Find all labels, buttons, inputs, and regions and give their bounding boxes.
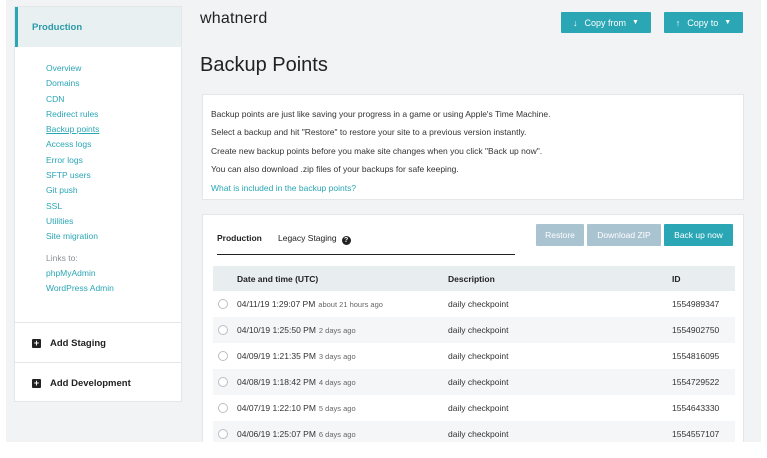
table-row[interactable]: 04/08/19 1:18:42 PM 4 days ago daily chec… <box>213 369 735 395</box>
row-date-value: 04/10/19 1:25:50 PM <box>237 325 316 335</box>
row-id: 1554902750 <box>672 325 720 335</box>
row-relative-time: 5 days ago <box>318 403 356 413</box>
row-radio[interactable] <box>218 429 228 439</box>
table-row[interactable]: 04/09/19 1:21:35 PM 3 days ago daily chec… <box>213 343 735 369</box>
page-title: Backup Points <box>200 54 328 76</box>
row-description: daily checkpoint <box>448 351 509 361</box>
row-description: daily checkpoint <box>448 299 509 309</box>
row-relative-time: 4 days ago <box>318 377 356 387</box>
row-id: 1554729522 <box>672 377 720 387</box>
row-id: 1554643330 <box>672 403 720 413</box>
wordpress-admin-link[interactable]: WordPress Admin <box>46 281 181 296</box>
info-line: Backup points are just like saving your … <box>211 109 551 119</box>
column-header-id[interactable]: ID <box>672 266 681 291</box>
row-relative-time: 2 days ago <box>318 325 356 335</box>
row-date-value: 04/08/19 1:18:42 PM <box>237 377 316 387</box>
sidebar-divider <box>15 322 181 323</box>
sidebar-item-utilities[interactable]: Utilities <box>46 214 181 229</box>
row-relative-time: about 21 hours ago <box>318 299 383 309</box>
row-date-value: 04/09/19 1:21:35 PM <box>237 351 316 361</box>
row-radio[interactable] <box>218 299 228 309</box>
plus-icon: + <box>32 338 41 348</box>
tab-legacy-staging[interactable]: Legacy Staging? <box>278 233 351 245</box>
back-up-now-button[interactable]: Back up now <box>664 224 733 246</box>
caret-down-icon: ▼ <box>632 19 639 26</box>
info-line: Select a backup and hit "Restore" to res… <box>211 127 527 138</box>
row-date-value: 04/07/19 1:22:10 PM <box>237 403 316 413</box>
plus-icon: + <box>32 378 41 388</box>
add-staging-label: Add Staging <box>50 338 106 349</box>
sidebar-item-overview[interactable]: Overview <box>46 61 181 76</box>
copy-to-button[interactable]: ↑ Copy to ▼ <box>664 12 743 33</box>
row-description: daily checkpoint <box>448 377 509 387</box>
sidebar-item-backup-points[interactable]: Backup points <box>46 122 181 137</box>
add-development-button[interactable]: + Add Development <box>32 378 131 389</box>
add-staging-button[interactable]: + Add Staging <box>32 338 106 349</box>
restore-button[interactable]: Restore <box>536 224 584 246</box>
copy-from-button[interactable]: ↓ Copy from ▼ <box>561 12 651 33</box>
row-relative-time: 3 days ago <box>318 351 356 361</box>
sidebar-item-redirect-rules[interactable]: Redirect rules <box>46 107 181 122</box>
row-description: daily checkpoint <box>448 403 509 413</box>
table-header: Date and time (UTC) Description ID <box>213 266 735 291</box>
row-relative-time: 6 days ago <box>318 429 356 439</box>
sidebar-item-git-push[interactable]: Git push <box>46 183 181 198</box>
download-zip-button[interactable]: Download ZIP <box>587 224 661 246</box>
help-icon[interactable]: ? <box>341 236 351 245</box>
row-description: daily checkpoint <box>448 325 509 335</box>
add-development-label: Add Development <box>50 378 131 389</box>
sidebar-item-domains[interactable]: Domains <box>46 76 181 91</box>
info-box: Backup points are just like saving your … <box>202 94 744 200</box>
sidebar-item-sftp-users[interactable]: SFTP users <box>46 168 181 183</box>
backup-panel: Production Legacy Staging? Restore Downl… <box>202 214 744 442</box>
links-to-label: Links to: <box>46 252 78 263</box>
row-radio[interactable] <box>218 325 228 335</box>
row-date: 04/11/19 1:29:07 PM about 21 hours ago <box>237 291 383 317</box>
row-date: 04/07/19 1:22:10 PM 5 days ago <box>237 395 356 421</box>
copy-from-label: Copy from <box>584 17 627 28</box>
tab-production[interactable]: Production <box>217 233 262 243</box>
arrow-down-icon: ↓ <box>573 17 578 28</box>
row-description: daily checkpoint <box>448 429 509 439</box>
sidebar: Production Overview Domains CDN Redirect… <box>14 6 182 402</box>
backup-info-link[interactable]: What is included in the backup points? <box>211 179 735 197</box>
info-line: You can also download .zip files of your… <box>211 164 459 175</box>
row-date-value: 04/11/19 1:29:07 PM <box>237 299 316 309</box>
row-id: 1554989347 <box>672 299 720 309</box>
row-id: 1554557107 <box>672 429 720 439</box>
row-radio[interactable] <box>218 377 228 387</box>
caret-down-icon: ▼ <box>724 19 732 26</box>
table-row[interactable]: 04/11/19 1:29:07 PM about 21 hours ago da… <box>213 291 735 317</box>
sidebar-item-site-migration[interactable]: Site migration <box>46 229 181 244</box>
table-row[interactable]: 04/07/19 1:22:10 PM 5 days ago daily chec… <box>213 395 735 421</box>
table-row[interactable]: 04/10/19 1:25:50 PM 2 days ago daily chec… <box>213 317 735 343</box>
copy-to-label: Copy to <box>687 17 719 28</box>
sidebar-item-access-logs[interactable]: Access logs <box>46 137 181 152</box>
sidebar-item-ssl[interactable]: SSL <box>46 199 181 214</box>
row-date-value: 04/06/19 1:25:07 PM <box>237 429 316 439</box>
tab-legacy-staging-label: Legacy Staging <box>278 233 337 243</box>
tab-underline <box>217 254 515 255</box>
sidebar-links: Overview Domains CDN Redirect rules Back… <box>15 47 181 296</box>
row-radio[interactable] <box>218 351 228 361</box>
row-date: 04/10/19 1:25:50 PM 2 days ago <box>237 317 356 343</box>
sidebar-item-error-logs[interactable]: Error logs <box>46 153 181 168</box>
sidebar-section-production[interactable]: Production <box>15 7 181 47</box>
table-row[interactable]: 04/06/19 1:25:07 PM 6 days ago daily chec… <box>213 421 735 442</box>
sidebar-divider <box>15 362 181 363</box>
column-header-date[interactable]: Date and time (UTC) <box>237 266 318 291</box>
row-date: 04/09/19 1:21:35 PM 3 days ago <box>237 343 356 369</box>
arrow-up-icon: ↑ <box>675 17 681 28</box>
site-title: whatnerd <box>200 10 268 27</box>
app-frame: Production Overview Domains CDN Redirect… <box>6 0 761 442</box>
row-date: 04/08/19 1:18:42 PM 4 days ago <box>237 369 356 395</box>
phpmyadmin-link[interactable]: phpMyAdmin <box>46 266 181 281</box>
row-date: 04/06/19 1:25:07 PM 6 days ago <box>237 421 356 442</box>
info-line: Create new backup points before you make… <box>211 145 543 156</box>
row-id: 1554816095 <box>672 351 720 361</box>
sidebar-item-cdn[interactable]: CDN <box>46 92 181 107</box>
column-header-description[interactable]: Description <box>448 266 495 291</box>
row-radio[interactable] <box>218 403 228 413</box>
